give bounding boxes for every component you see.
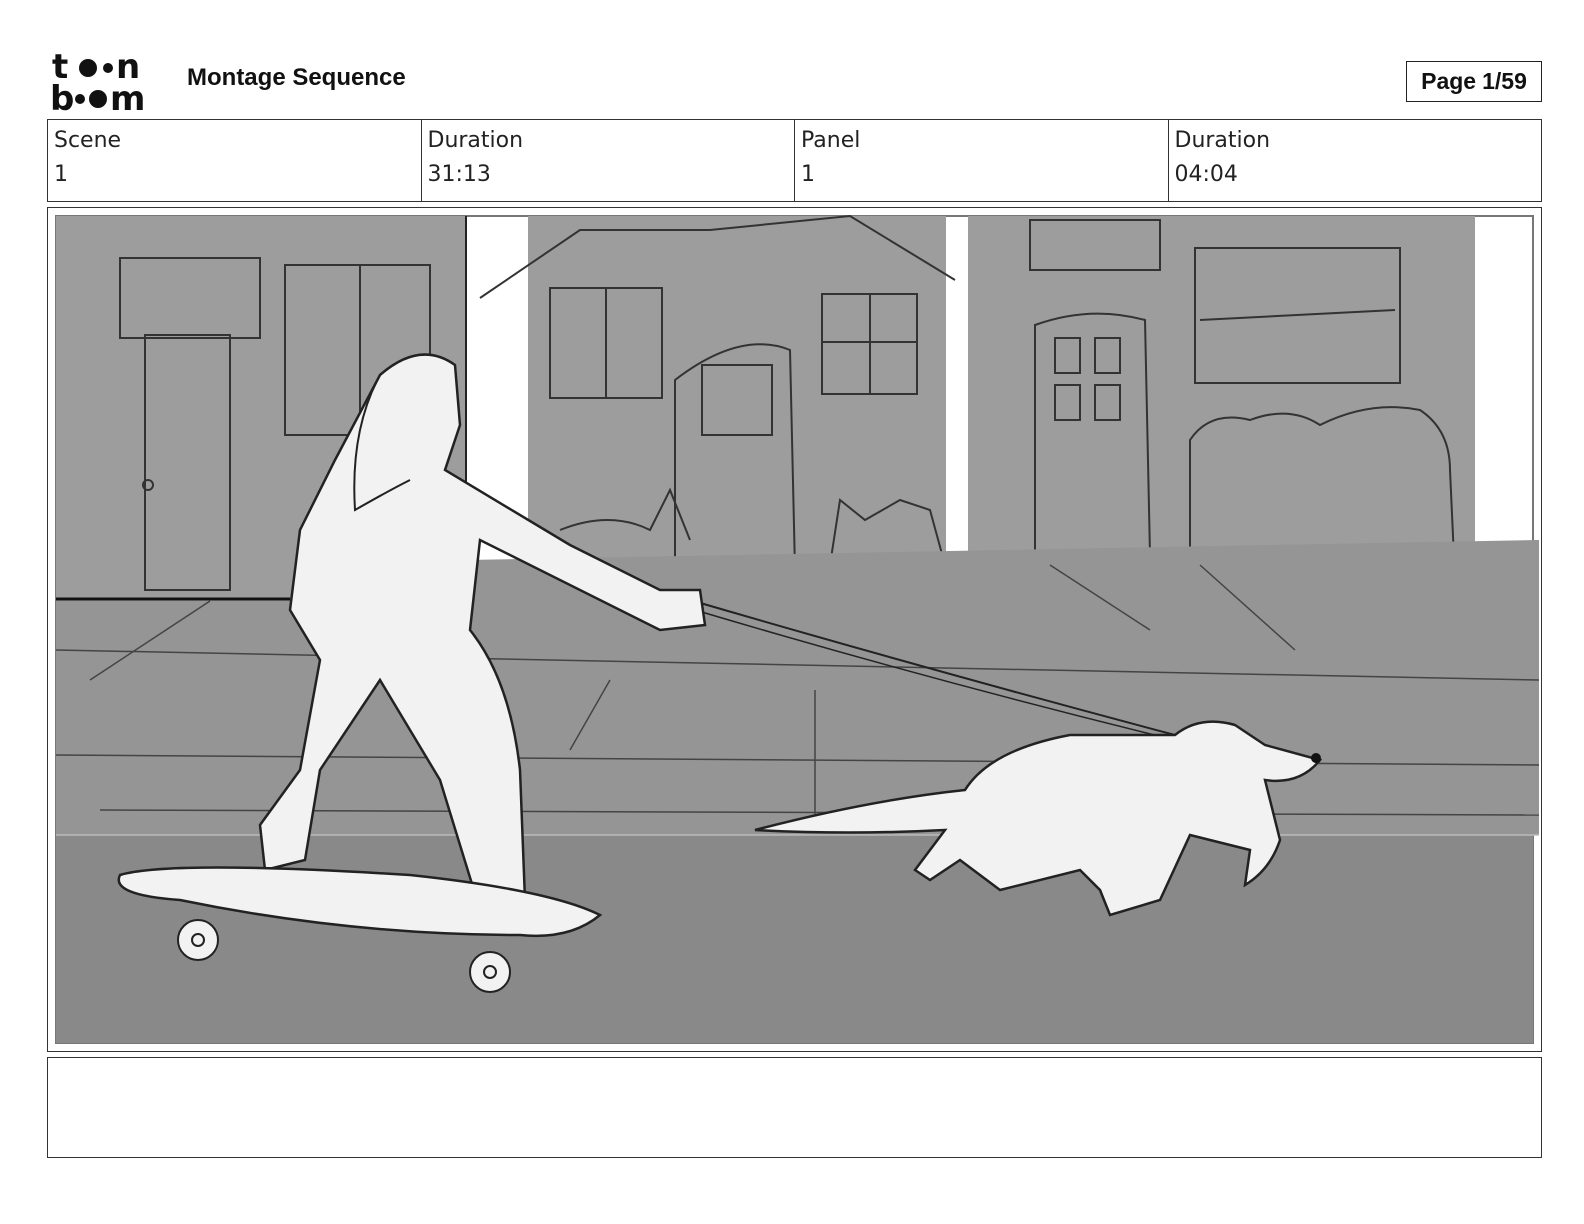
toonboom-logo: t n b m <box>50 47 162 119</box>
svg-text:b: b <box>50 79 74 112</box>
scene-duration-cell: Duration 31:13 <box>420 120 795 201</box>
panel-label: Panel <box>801 128 861 153</box>
panel-duration-value: 04:04 <box>1174 162 1238 187</box>
page-label: Page <box>1421 68 1477 94</box>
scene-value: 1 <box>54 162 68 187</box>
panel-value: 1 <box>801 162 815 187</box>
scene-duration-label: Duration <box>427 128 524 153</box>
panel-duration-label: Duration <box>1174 128 1271 153</box>
scene-duration-value: 31:13 <box>427 162 491 187</box>
storyboard-panel <box>47 207 1542 1052</box>
scene-cell: Scene 1 <box>48 120 421 201</box>
storyboard-sketch-image <box>50 210 1539 1049</box>
scene-label: Scene <box>54 128 122 153</box>
scene-info-table: Scene 1 Duration 31:13 Panel 1 Duration … <box>47 119 1542 202</box>
panel-cell: Panel 1 <box>794 120 1168 201</box>
page-number: 1/59 <box>1482 68 1527 94</box>
panel-duration-cell: Duration 04:04 <box>1167 120 1542 201</box>
page-indicator: Page 1/59 <box>1406 61 1542 102</box>
document-title: Montage Sequence <box>187 64 406 91</box>
svg-text:m: m <box>110 79 145 112</box>
panel-caption-box <box>47 1057 1542 1158</box>
